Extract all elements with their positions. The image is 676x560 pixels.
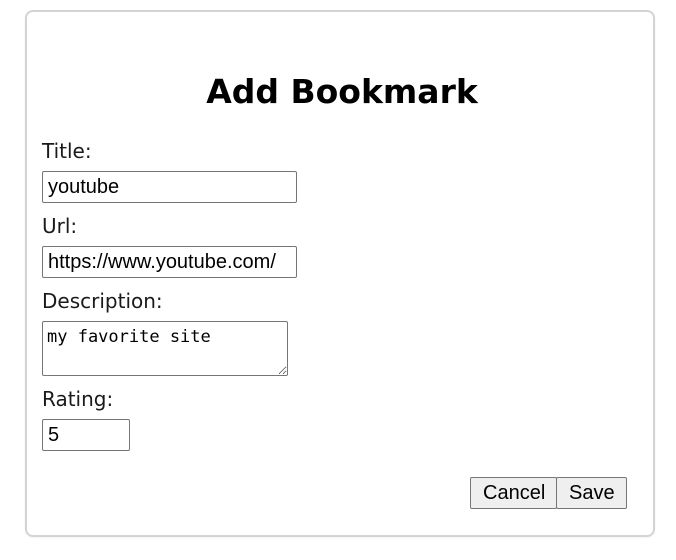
description-field[interactable]: my favorite site	[42, 321, 288, 376]
title-label: Title:	[42, 139, 92, 163]
cancel-button[interactable]: Cancel	[470, 477, 557, 509]
title-field[interactable]	[42, 171, 297, 203]
rating-field[interactable]	[42, 419, 130, 451]
url-label: Url:	[42, 214, 78, 238]
save-button[interactable]: Save	[556, 477, 627, 509]
rating-label: Rating:	[42, 387, 114, 411]
add-bookmark-card: Add Bookmark Title: Url: Description: my…	[25, 10, 655, 537]
url-field[interactable]	[42, 246, 297, 278]
description-label: Description:	[42, 289, 163, 313]
page-title: Add Bookmark	[206, 72, 478, 111]
